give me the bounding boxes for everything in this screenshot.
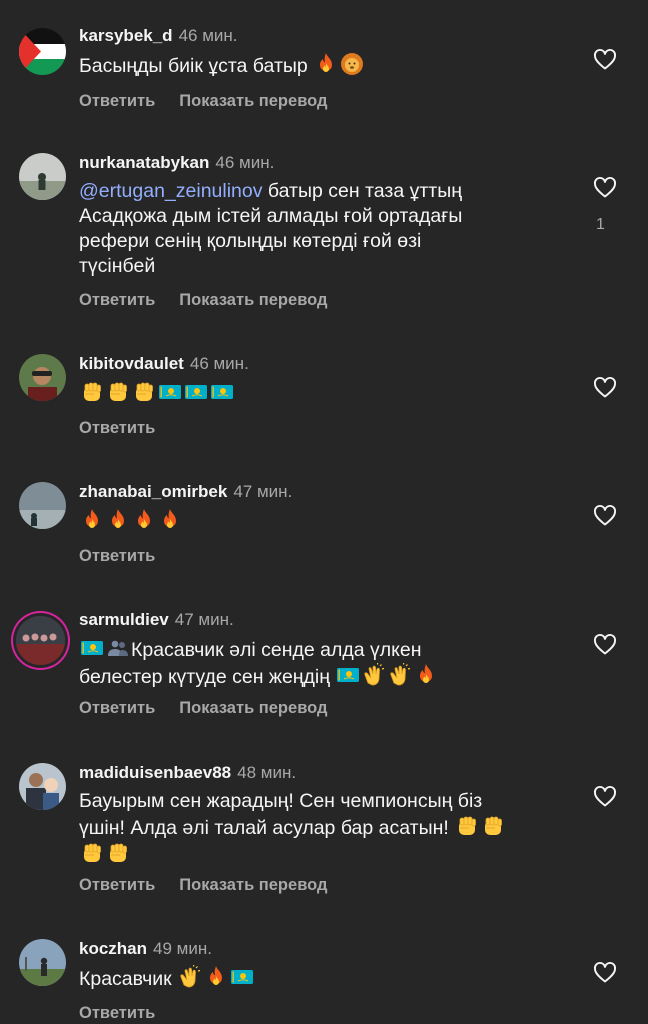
comment-text: Красавчик әлі сенде алда үлкен белестер … — [79, 636, 569, 690]
fire-icon — [106, 508, 130, 532]
fire-icon — [80, 508, 104, 532]
palestine-flag-avatar — [19, 28, 66, 75]
heart-icon[interactable] — [593, 176, 617, 200]
fire-icon — [414, 663, 438, 687]
timestamp: 46 мин. — [215, 153, 275, 172]
username[interactable]: madiduisenbaev88 — [79, 763, 231, 782]
user-photo-avatar — [19, 354, 66, 401]
avatar[interactable] — [19, 939, 66, 986]
timestamp: 47 мин. — [233, 482, 293, 501]
avatar[interactable] — [19, 763, 66, 810]
username[interactable]: kibitovdaulet — [79, 354, 184, 373]
show-translation-button[interactable]: Показать перевод — [179, 699, 327, 717]
kazakhstan-flag-icon — [80, 636, 104, 660]
heart-icon[interactable] — [593, 376, 617, 400]
timestamp: 48 мин. — [237, 763, 297, 782]
comment-text: Басыңды биік ұста батыр — [79, 52, 569, 79]
heart-icon[interactable] — [593, 48, 617, 72]
user-photo-avatar — [19, 763, 66, 810]
username[interactable]: sarmuldiev — [79, 610, 169, 629]
fire-icon — [158, 508, 182, 532]
raised-fist-icon — [106, 841, 130, 865]
comment-text: Бауырым сен жарадың! Сен чемпионсың біз … — [79, 789, 569, 868]
comment-text: @ertugan_zeinulinov батыр сен таза ұттың… — [79, 180, 463, 277]
username[interactable]: koczhan — [79, 939, 147, 958]
raised-fist-icon — [80, 841, 104, 865]
heart-icon[interactable] — [593, 961, 617, 985]
heart-icon[interactable] — [593, 785, 617, 809]
clapping-hands-icon — [388, 663, 412, 687]
comment-text — [79, 380, 569, 407]
kazakhstan-flag-icon — [158, 380, 182, 404]
user-photo-avatar — [19, 482, 66, 529]
kazakhstan-flag-icon — [230, 965, 254, 989]
show-translation-button[interactable]: Показать перевод — [179, 92, 327, 110]
avatar[interactable] — [19, 28, 66, 75]
raised-fist-icon — [455, 814, 479, 838]
raised-fist-icon — [481, 814, 505, 838]
kazakhstan-flag-icon — [210, 380, 234, 404]
fire-icon — [314, 52, 338, 76]
timestamp: 46 мин. — [178, 26, 238, 45]
heart-icon[interactable] — [593, 504, 617, 528]
mention-link[interactable]: @ertugan_zeinulinov — [79, 180, 263, 202]
kazakhstan-flag-icon — [184, 380, 208, 404]
reply-button[interactable]: Ответить — [79, 419, 155, 437]
like-count: 1 — [596, 216, 605, 233]
user-photo-avatar — [19, 153, 66, 200]
avatar[interactable] — [19, 482, 66, 529]
comment-text: Красавчик — [79, 965, 569, 992]
username[interactable]: karsybek_d — [79, 26, 173, 45]
reply-button[interactable]: Ответить — [79, 291, 155, 309]
clapping-hands-icon — [178, 965, 202, 989]
fire-icon — [204, 965, 228, 989]
timestamp: 46 мин. — [189, 354, 249, 373]
user-photo-avatar — [16, 616, 65, 665]
reply-button[interactable]: Ответить — [79, 1004, 155, 1022]
kazakhstan-flag-icon — [336, 663, 360, 687]
reply-button[interactable]: Ответить — [79, 92, 155, 110]
timestamp: 47 мин. — [174, 610, 234, 629]
clapping-hands-icon — [362, 663, 386, 687]
avatar[interactable] — [19, 153, 66, 200]
avatar[interactable] — [19, 354, 66, 401]
raised-fist-icon — [80, 380, 104, 404]
lion-icon — [340, 52, 364, 76]
timestamp: 49 мин. — [153, 939, 212, 958]
raised-fist-icon — [106, 380, 130, 404]
show-translation-button[interactable]: Показать перевод — [179, 291, 327, 309]
comment-text — [79, 508, 569, 535]
username[interactable]: nurkanatabykan — [79, 153, 209, 172]
user-photo-avatar — [19, 939, 66, 986]
raised-fist-icon — [132, 380, 156, 404]
reply-button[interactable]: Ответить — [79, 876, 155, 894]
username[interactable]: zhanabai_omirbek — [79, 482, 227, 501]
show-translation-button[interactable]: Показать перевод — [179, 876, 327, 894]
avatar-story-ring[interactable] — [16, 616, 65, 665]
reply-button[interactable]: Ответить — [79, 699, 155, 717]
busts-icon — [106, 636, 130, 660]
heart-icon[interactable] — [593, 633, 617, 657]
fire-icon — [132, 508, 156, 532]
reply-button[interactable]: Ответить — [79, 547, 155, 565]
